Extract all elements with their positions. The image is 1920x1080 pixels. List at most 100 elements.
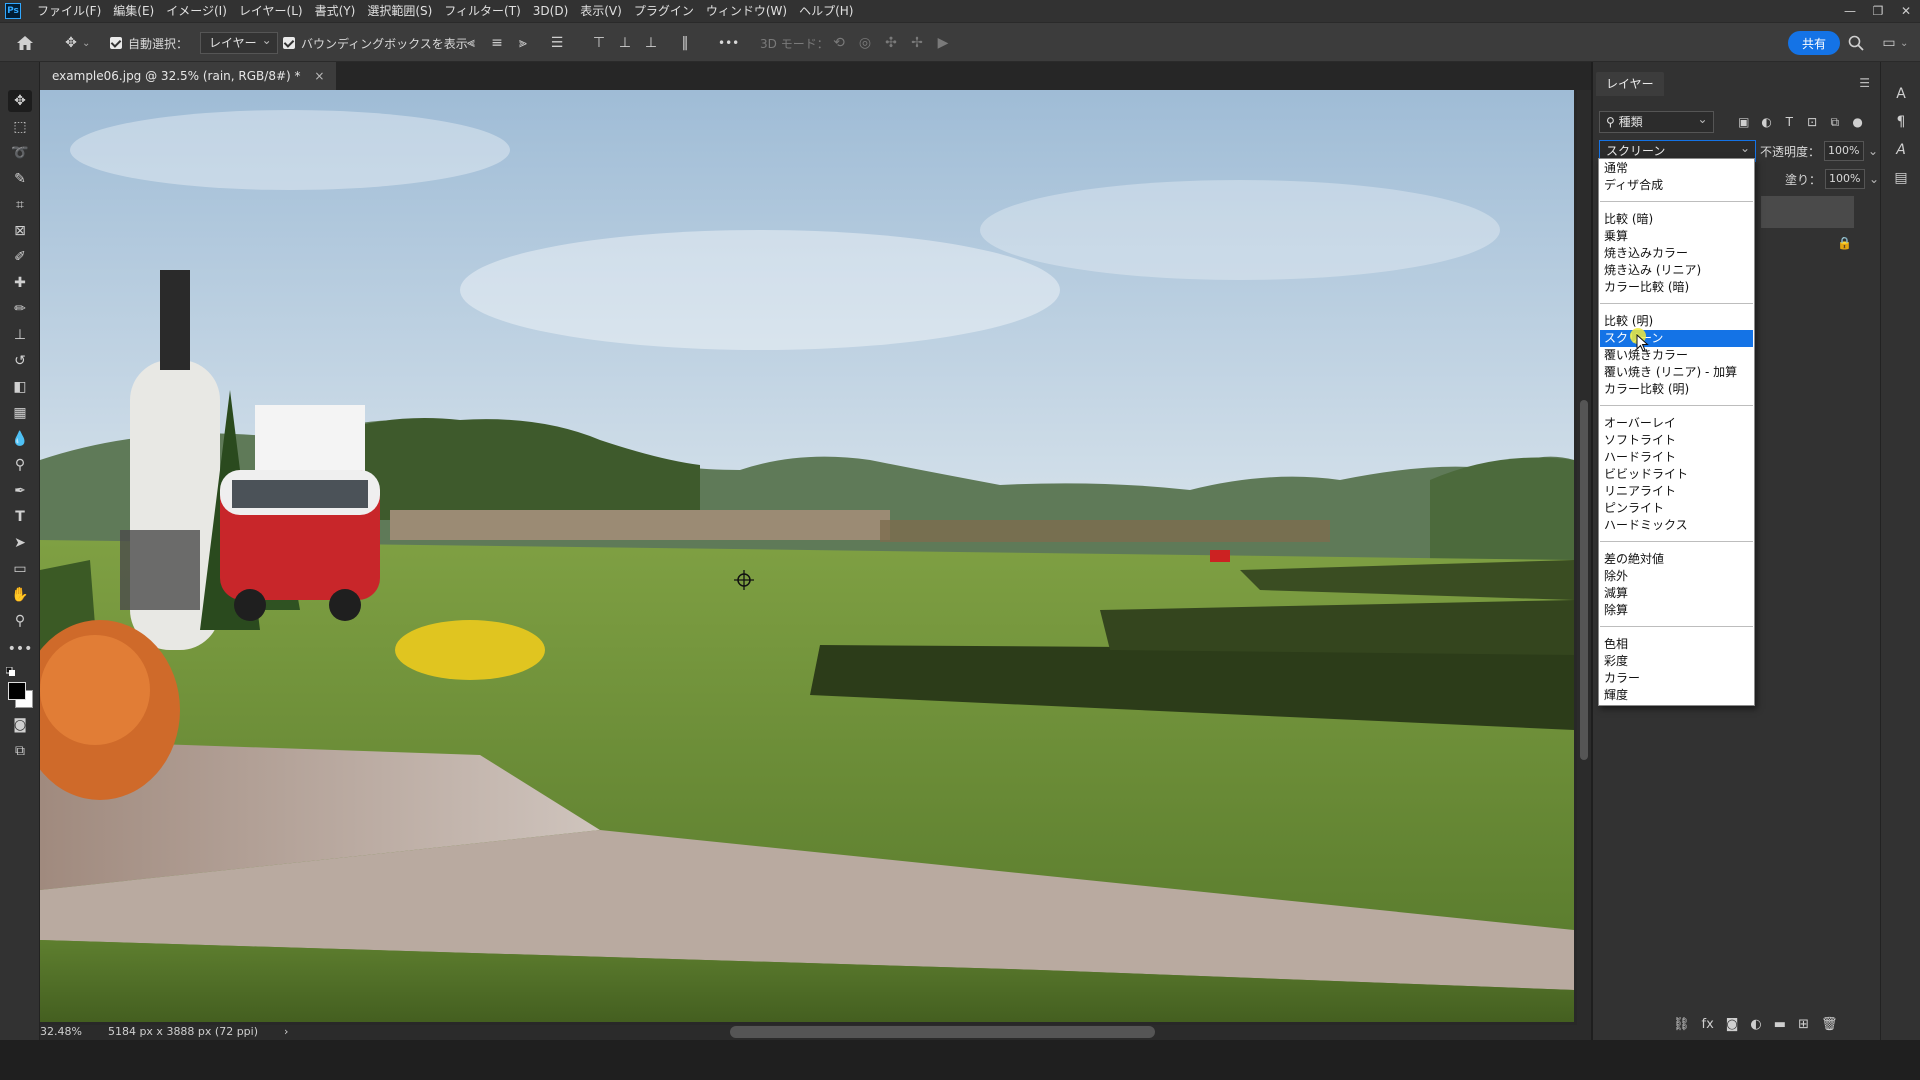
eraser-tool-icon[interactable]: ◧ xyxy=(8,376,32,398)
chevron-down-icon[interactable]: ⌄ xyxy=(1869,172,1879,186)
menu-plugins[interactable]: プラグイン xyxy=(628,0,700,22)
minimize-icon[interactable]: — xyxy=(1836,0,1864,22)
crop-tool-icon[interactable]: ⌗ xyxy=(8,194,32,216)
more-options-icon[interactable]: ••• xyxy=(718,23,739,63)
blend-option[interactable]: ハードミックス xyxy=(1600,517,1753,534)
document-tab[interactable]: example06.jpg @ 32.5% (rain, RGB/8#) * × xyxy=(40,62,337,90)
glyphs-panel-icon[interactable]: A xyxy=(1889,138,1913,162)
foreground-color-swatch[interactable] xyxy=(8,682,26,700)
layers-panel-tab[interactable]: レイヤー xyxy=(1596,72,1664,96)
blend-option[interactable]: 除外 xyxy=(1600,568,1753,585)
blend-option[interactable]: オーバーレイ xyxy=(1600,415,1753,432)
align-middle-icon[interactable]: ⊥ xyxy=(614,23,636,63)
default-colors-icon[interactable] xyxy=(5,666,15,676)
quick-mask-icon[interactable]: ◙ xyxy=(8,714,32,736)
blend-option[interactable]: カラー xyxy=(1600,670,1753,687)
restore-icon[interactable]: ❐ xyxy=(1864,0,1892,22)
opacity-input[interactable]: 100% xyxy=(1824,141,1865,161)
blend-option[interactable]: ディザ合成 xyxy=(1600,177,1753,194)
distribute-icon[interactable]: ☰ xyxy=(546,23,568,63)
filter-smart-object-icon[interactable]: ⧉ xyxy=(1823,115,1846,130)
menu-select[interactable]: 選択範囲(S) xyxy=(361,0,438,22)
blend-option[interactable]: ビビッドライト xyxy=(1600,466,1753,483)
auto-select-target-dropdown[interactable]: レイヤー xyxy=(200,30,278,54)
close-window-icon[interactable]: ✕ xyxy=(1892,0,1920,22)
align-bottom-icon[interactable]: ⊥ xyxy=(640,23,662,63)
fill-input[interactable]: 100% xyxy=(1825,169,1866,189)
blend-option[interactable]: 輝度 xyxy=(1600,687,1753,704)
align-center-icon[interactable]: ≡ xyxy=(486,23,508,63)
new-layer-icon[interactable]: ⊞ xyxy=(1798,1017,1809,1032)
menu-filter[interactable]: フィルター(T) xyxy=(438,0,526,22)
delete-layer-icon[interactable]: 🗑 xyxy=(1821,1017,1838,1032)
more-tools-icon[interactable]: ••• xyxy=(8,638,33,660)
chevron-down-icon[interactable]: ⌄ xyxy=(1868,144,1878,158)
quick-select-tool-icon[interactable]: ✎ xyxy=(8,168,32,190)
horizontal-scroll-thumb[interactable] xyxy=(730,1026,1155,1038)
blend-option[interactable]: 焼き込み (リニア) xyxy=(1600,262,1753,279)
blend-option[interactable]: 彩度 xyxy=(1600,653,1753,670)
panel-menu-icon[interactable]: ☰ xyxy=(1859,76,1870,90)
type-tool-icon[interactable]: T xyxy=(8,506,32,528)
blend-option[interactable]: 覆い焼きカラー xyxy=(1600,347,1753,364)
align-left-icon[interactable]: ⫷ xyxy=(460,23,482,63)
blend-option[interactable]: ハードライト xyxy=(1600,449,1753,466)
document-image[interactable] xyxy=(40,90,1574,1022)
properties-panel-icon[interactable]: ▤ xyxy=(1889,166,1913,190)
frame-tool-icon[interactable]: ⊠ xyxy=(8,220,32,242)
distribute-vertical-icon[interactable]: ‖ xyxy=(674,23,696,63)
blend-option[interactable]: 除算 xyxy=(1600,602,1753,619)
add-mask-icon[interactable]: ◙ xyxy=(1726,1017,1739,1032)
stamp-tool-icon[interactable]: ⊥ xyxy=(8,324,32,346)
history-brush-icon[interactable]: ↺ xyxy=(8,350,32,372)
paragraph-panel-icon[interactable]: ¶ xyxy=(1889,110,1913,134)
kind-filter-dropdown[interactable]: ⚲ 種類 xyxy=(1599,109,1714,133)
hand-tool-icon[interactable]: ✋ xyxy=(8,584,32,606)
adjustment-layer-icon[interactable]: ◐ xyxy=(1750,1017,1761,1032)
menu-help[interactable]: ヘルプ(H) xyxy=(793,0,859,22)
blend-option[interactable]: 色相 xyxy=(1600,636,1753,653)
filter-shape-icon[interactable]: ⊡ xyxy=(1801,115,1824,129)
auto-select-checkbox[interactable]: 自動選択： xyxy=(110,23,188,63)
layer-row-selected[interactable] xyxy=(1761,196,1854,228)
rectangle-tool-icon[interactable]: ▭ xyxy=(8,558,32,580)
blend-option[interactable]: 比較 (暗) xyxy=(1600,211,1753,228)
blend-option[interactable]: 差の絶対値 xyxy=(1600,551,1753,568)
blend-option-selected[interactable]: スクリーン xyxy=(1600,330,1753,347)
blend-option[interactable]: 減算 xyxy=(1600,585,1753,602)
menu-type[interactable]: 書式(Y) xyxy=(309,0,362,22)
bbox-checkbox[interactable]: バウンディングボックスを表示 xyxy=(283,23,468,63)
vertical-scroll-thumb[interactable] xyxy=(1580,400,1588,760)
blend-option[interactable]: ソフトライト xyxy=(1600,432,1753,449)
search-icon[interactable] xyxy=(1848,23,1864,63)
marquee-tool-icon[interactable]: ⬚ xyxy=(8,116,32,138)
menu-image[interactable]: イメージ(I) xyxy=(160,0,233,22)
blend-option[interactable]: 比較 (明) xyxy=(1600,313,1753,330)
link-layers-icon[interactable]: ⛓ xyxy=(1673,1017,1690,1032)
move-tool-icon[interactable]: ✥ xyxy=(8,90,32,112)
menu-view[interactable]: 表示(V) xyxy=(574,0,628,22)
blur-tool-icon[interactable]: 💧 xyxy=(8,428,32,450)
blend-option[interactable]: リニアライト xyxy=(1600,483,1753,500)
filter-pixel-icon[interactable]: ▣ xyxy=(1732,115,1755,129)
blend-option[interactable]: 乗算 xyxy=(1600,228,1753,245)
home-icon[interactable] xyxy=(16,23,34,63)
brush-tool-icon[interactable]: ✏ xyxy=(8,298,32,320)
filter-adjustment-icon[interactable]: ◐ xyxy=(1755,115,1778,129)
menu-edit[interactable]: 編集(E) xyxy=(107,0,160,22)
fx-icon[interactable]: fx xyxy=(1702,1017,1714,1032)
filter-type-icon[interactable]: T xyxy=(1778,115,1801,129)
menu-file[interactable]: ファイル(F) xyxy=(31,0,107,22)
healing-brush-icon[interactable]: ✚ xyxy=(8,272,32,294)
workspace-icon[interactable]: ▭ ⌄ xyxy=(1878,23,1908,63)
zoom-level[interactable]: 32.48% xyxy=(40,1025,82,1038)
character-panel-icon[interactable]: A xyxy=(1889,82,1913,106)
path-select-icon[interactable]: ➤ xyxy=(8,532,32,554)
align-right-icon[interactable]: ⫸ xyxy=(512,23,534,63)
blend-option[interactable]: カラー比較 (明) xyxy=(1600,381,1753,398)
share-button[interactable]: 共有 xyxy=(1788,31,1840,55)
blend-option[interactable]: 覆い焼き (リニア) - 加算 xyxy=(1600,364,1753,381)
menu-layer[interactable]: レイヤー(L) xyxy=(233,0,309,22)
screen-mode-icon[interactable]: ⧉ xyxy=(8,740,32,762)
zoom-tool-icon[interactable]: ⚲ xyxy=(8,610,32,632)
